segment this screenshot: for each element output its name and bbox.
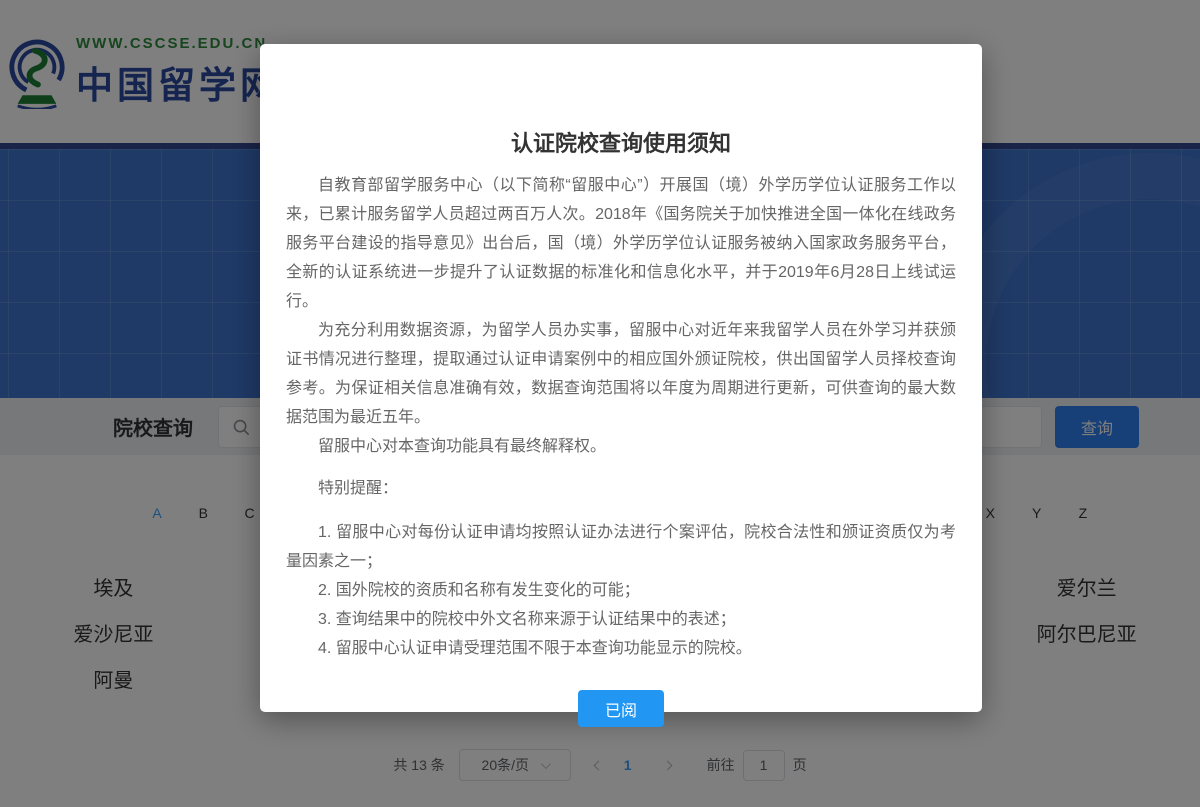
reminder-item: 4. 留服中心认证申请受理范围不限于本查询功能显示的院校。 (286, 634, 956, 663)
modal-title: 认证院校查询使用须知 (286, 126, 956, 158)
confirm-read-button[interactable]: 已阅 (578, 690, 664, 727)
notice-paragraph: 自教育部留学服务中心（以下简称“留服中心”）开展国（境）外学历学位认证服务工作以… (286, 171, 956, 316)
special-reminder-title: 特别提醒： (286, 474, 956, 503)
reminder-item: 2. 国外院校的资质和名称有发生变化的可能； (286, 576, 956, 605)
notice-modal: 认证院校查询使用须知 自教育部留学服务中心（以下简称“留服中心”）开展国（境）外… (260, 44, 982, 712)
reminder-item: 1. 留服中心对每份认证申请均按照认证办法进行个案评估，院校合法性和颁证资质仅为… (286, 518, 956, 576)
notice-paragraph: 为充分利用数据资源，为留学人员办实事，留服中心对近年来我留学人员在外学习并获颁证… (286, 316, 956, 432)
modal-body: 自教育部留学服务中心（以下简称“留服中心”）开展国（境）外学历学位认证服务工作以… (286, 171, 956, 663)
notice-paragraph: 留服中心对本查询功能具有最终解释权。 (286, 432, 956, 461)
reminder-item: 3. 查询结果中的院校中外文名称来源于认证结果中的表述； (286, 605, 956, 634)
modal-footer: 已阅 (286, 690, 956, 727)
